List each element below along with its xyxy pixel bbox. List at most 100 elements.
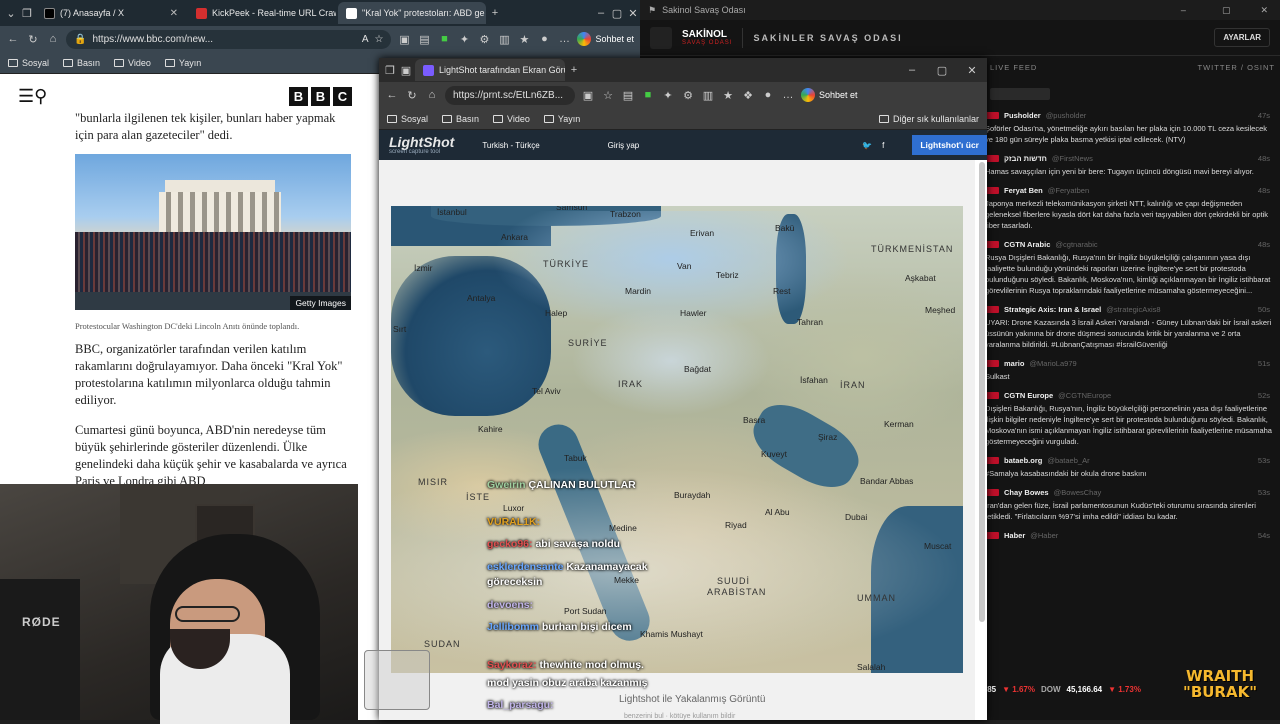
login-link[interactable]: Giriş yap <box>608 141 640 150</box>
bbc-logo[interactable]: BBC <box>289 86 352 106</box>
refresh-icon[interactable]: ↻ <box>405 88 419 102</box>
extension-icon[interactable]: ✦ <box>661 88 675 102</box>
extension-icon[interactable]: ▣ <box>397 32 411 46</box>
minimize-icon[interactable]: – <box>905 63 919 77</box>
tab-lightshot[interactable]: LightShot tarafından Ekran Görünt✕ <box>415 59 565 81</box>
collections-icon[interactable]: ❖ <box>741 88 755 102</box>
tab-x[interactable]: (7) Anasayfa / X ✕ <box>36 2 186 24</box>
extension-icon[interactable]: ■ <box>641 88 655 102</box>
minimize-icon[interactable]: – <box>1163 5 1204 15</box>
tab-menu-icon[interactable]: ⌄ <box>4 6 18 20</box>
copilot-button[interactable]: Sohbet et <box>801 88 858 102</box>
back-icon[interactable]: ← <box>385 88 399 102</box>
source-badge-icon <box>985 392 999 399</box>
feed-item[interactable]: CGTN Europe @CGTNEurope 52s Dışişleri Bakan… <box>985 390 1275 447</box>
menu-search-icon[interactable]: ☰⚲ <box>18 86 47 107</box>
glass-object <box>364 650 430 710</box>
feed-item[interactable]: Haber @Haber 54s <box>985 530 1275 541</box>
close-window-icon[interactable]: ✕ <box>1248 5 1280 16</box>
bookmark-folder[interactable]: Basın <box>63 58 100 68</box>
feed-text: Rusya Dışişleri Bakanlığı, Rusya'nın bir… <box>985 253 1271 295</box>
copilot-button[interactable]: Sohbet et <box>577 32 634 46</box>
extension-icon[interactable]: ■ <box>437 32 451 46</box>
feed-item[interactable]: Pusholder @pusholder 47s Şoförler Odası'na,… <box>985 110 1275 145</box>
more-icon[interactable]: … <box>781 88 795 102</box>
scrollbar[interactable] <box>979 162 985 622</box>
map-city-label: Basra <box>743 415 766 425</box>
copilot-label: Sohbet et <box>819 90 858 100</box>
lightshot-logo[interactable]: LightShot screen capture tool <box>389 135 454 155</box>
split-icon[interactable]: ▥ <box>497 32 511 46</box>
bookmark-folder[interactable]: Sosyal <box>8 58 49 68</box>
extension-icon[interactable]: ⚙ <box>681 88 695 102</box>
map-country-label: ARABİSTAN <box>707 587 767 597</box>
back-icon[interactable]: ← <box>6 32 20 46</box>
close-window-icon[interactable]: ✕ <box>626 6 640 20</box>
new-tab-icon[interactable]: + <box>488 6 502 20</box>
tab-label: "Kral Yok" protestoları: ABD ge <box>362 8 485 18</box>
favorites-icon[interactable]: ★ <box>517 32 531 46</box>
twitter-icon[interactable]: 🐦 <box>862 141 872 150</box>
maximize-icon[interactable]: ▢ <box>935 63 949 77</box>
favorite-icon[interactable]: ☆ <box>375 34 384 45</box>
weather-map-screenshot: İstanbul Samsun Trabzon Erivan Bakü Ankara İzm… <box>391 206 963 673</box>
feed-item[interactable]: bataeb.org @bataeb_Ar 53s #Samalya kasabası… <box>985 455 1275 479</box>
settings-button[interactable]: AYARLAR <box>1214 28 1270 47</box>
close-icon[interactable]: ✕ <box>170 8 178 19</box>
source-badge-icon <box>985 306 999 313</box>
favorite-icon[interactable]: ☆ <box>601 88 615 102</box>
workspace-icon[interactable]: ❐ <box>20 6 34 20</box>
home-icon[interactable]: ⌂ <box>425 88 439 102</box>
bookmark-folder[interactable]: Video <box>493 114 530 124</box>
folder-icon <box>8 58 18 67</box>
minimize-icon[interactable]: – <box>594 6 608 20</box>
feed-item[interactable]: חדשות הבזק @FirstNews 48s Hamas savaşçıları… <box>985 153 1275 177</box>
bookmark-folder[interactable]: Sosyal <box>387 114 428 124</box>
refresh-icon[interactable]: ↻ <box>26 32 40 46</box>
avatar[interactable]: ● <box>537 32 551 46</box>
extension-icon[interactable]: ▣ <box>581 88 595 102</box>
favorites-icon[interactable]: ★ <box>721 88 735 102</box>
url-field[interactable]: https://prnt.sc/EtLn6ZB... <box>445 85 575 105</box>
split-icon[interactable]: ▥ <box>701 88 715 102</box>
facebook-icon[interactable]: f <box>882 141 884 150</box>
maximize-icon[interactable]: ▢ <box>610 6 624 20</box>
feed-item[interactable]: mario @MarioLa979 51s Sulkast <box>985 358 1275 382</box>
bookmark-label: Yayın <box>178 57 202 68</box>
tab-bbc[interactable]: "Kral Yok" protestoları: ABD ge✕ <box>338 2 486 24</box>
screenshot-links[interactable]: benzerini bul · kötüye kullanım bildir <box>624 713 735 720</box>
home-icon[interactable]: ⌂ <box>46 32 60 46</box>
extension-icon[interactable]: ▤ <box>417 32 431 46</box>
map-city-label: Kuveyt <box>761 449 787 459</box>
feed-item[interactable]: Strategic Axis: Iran & Israel @strategicA… <box>985 304 1275 350</box>
close-window-icon[interactable]: ✕ <box>965 63 979 77</box>
read-aloud-icon[interactable]: A <box>362 34 369 45</box>
feed-item[interactable]: Feryat Ben @Feryatben 48s Japonya merkezli … <box>985 185 1275 231</box>
feed-item[interactable]: CGTN Arabic @cgtnarabic 48s Rusya Dışişleri… <box>985 239 1275 296</box>
maximize-icon[interactable]: ▢ <box>1210 5 1243 16</box>
bookmark-folder[interactable]: Yayın <box>164 57 202 68</box>
extension-icon[interactable]: ▤ <box>621 88 635 102</box>
new-tab-icon[interactable]: + <box>567 63 581 77</box>
chat-username: VURAL1K: <box>487 516 541 528</box>
extension-icon[interactable]: ✦ <box>457 32 471 46</box>
lincoln-memorial-photo: Getty Images <box>75 154 351 310</box>
avatar[interactable]: ● <box>761 88 775 102</box>
bookmark-folder[interactable]: Video <box>114 58 151 68</box>
tab-kickpeek[interactable]: KickPeek - Real-time URL Crawl✕ <box>188 2 336 24</box>
bookmark-folder[interactable]: Basın <box>442 114 479 124</box>
install-button[interactable]: Lightshot'ı ücr <box>912 135 987 155</box>
puzzle-icon[interactable]: ⚙ <box>477 32 491 46</box>
url-field[interactable]: 🔒 https://www.bbc.com/new... A ☆ <box>66 29 392 49</box>
feed-item[interactable]: Chay Bowes @BowesChay 53s İran'dan gelen fü… <box>985 487 1275 522</box>
filter-chip[interactable] <box>990 88 1050 100</box>
workspace-icon[interactable]: ❐ <box>383 63 397 77</box>
map-city-label: Tebriz <box>716 270 739 280</box>
map-city-label: İsfahan <box>800 375 828 385</box>
tab-actions-icon[interactable]: ▣ <box>399 63 413 77</box>
language-select[interactable]: Turkish - Türkçe <box>482 141 539 150</box>
more-icon[interactable]: … <box>557 32 571 46</box>
chat-username: Jellibomm <box>487 621 539 633</box>
bookmark-folder[interactable]: Yayın <box>543 114 580 124</box>
other-bookmarks[interactable]: Diğer sık kullanılanlar <box>878 114 979 124</box>
